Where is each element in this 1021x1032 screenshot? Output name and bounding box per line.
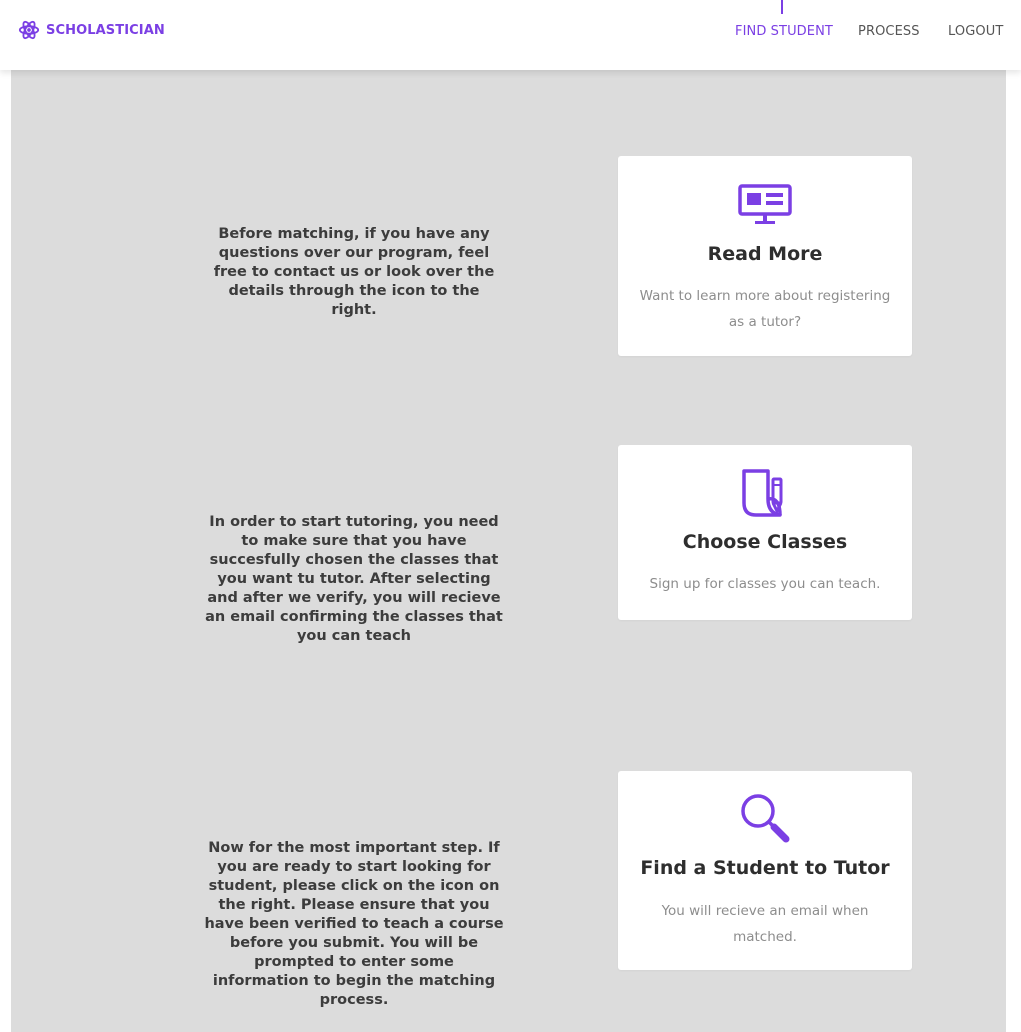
choose-classes-card[interactable]: Choose Classes Sign up for classes you c… <box>618 445 912 620</box>
monitor-icon <box>738 184 792 224</box>
find-student-card[interactable]: Find a Student to Tutor You will recieve… <box>618 771 912 970</box>
search-icon <box>741 794 790 843</box>
document-pencil-icon <box>742 469 783 517</box>
find-student-title: Find a Student to Tutor <box>640 857 890 879</box>
find-student-description: You will recieve an email when matched. <box>661 903 869 945</box>
step-1-text: Before matching, if you have any questio… <box>213 226 495 318</box>
top-navbar: SCHOLASTICIAN FIND STUDENT PROCESS LOGOU… <box>0 0 1021 70</box>
active-nav-indicator <box>781 0 783 14</box>
brand-logo-link[interactable]: SCHOLASTICIAN <box>18 19 165 41</box>
step-3-text: Now for the most important step. If you … <box>204 840 504 1008</box>
brand-name: SCHOLASTICIAN <box>46 22 165 38</box>
process-panel: Before matching, if you have any questio… <box>11 62 1006 1032</box>
choose-classes-title: Choose Classes <box>682 531 848 553</box>
nav-find-student[interactable]: FIND STUDENT <box>735 24 833 39</box>
step-2-text: In order to start tutoring, you need to … <box>205 514 503 644</box>
read-more-description: Want to learn more about registering as … <box>639 288 891 330</box>
choose-classes-description: Sign up for classes you can teach. <box>649 576 881 592</box>
nav-logout[interactable]: LOGOUT <box>948 24 1003 39</box>
scholastician-logo-icon <box>18 20 40 40</box>
read-more-card[interactable]: Read More Want to learn more about regis… <box>618 156 912 356</box>
read-more-title: Read More <box>707 243 823 265</box>
nav-process[interactable]: PROCESS <box>858 24 920 39</box>
